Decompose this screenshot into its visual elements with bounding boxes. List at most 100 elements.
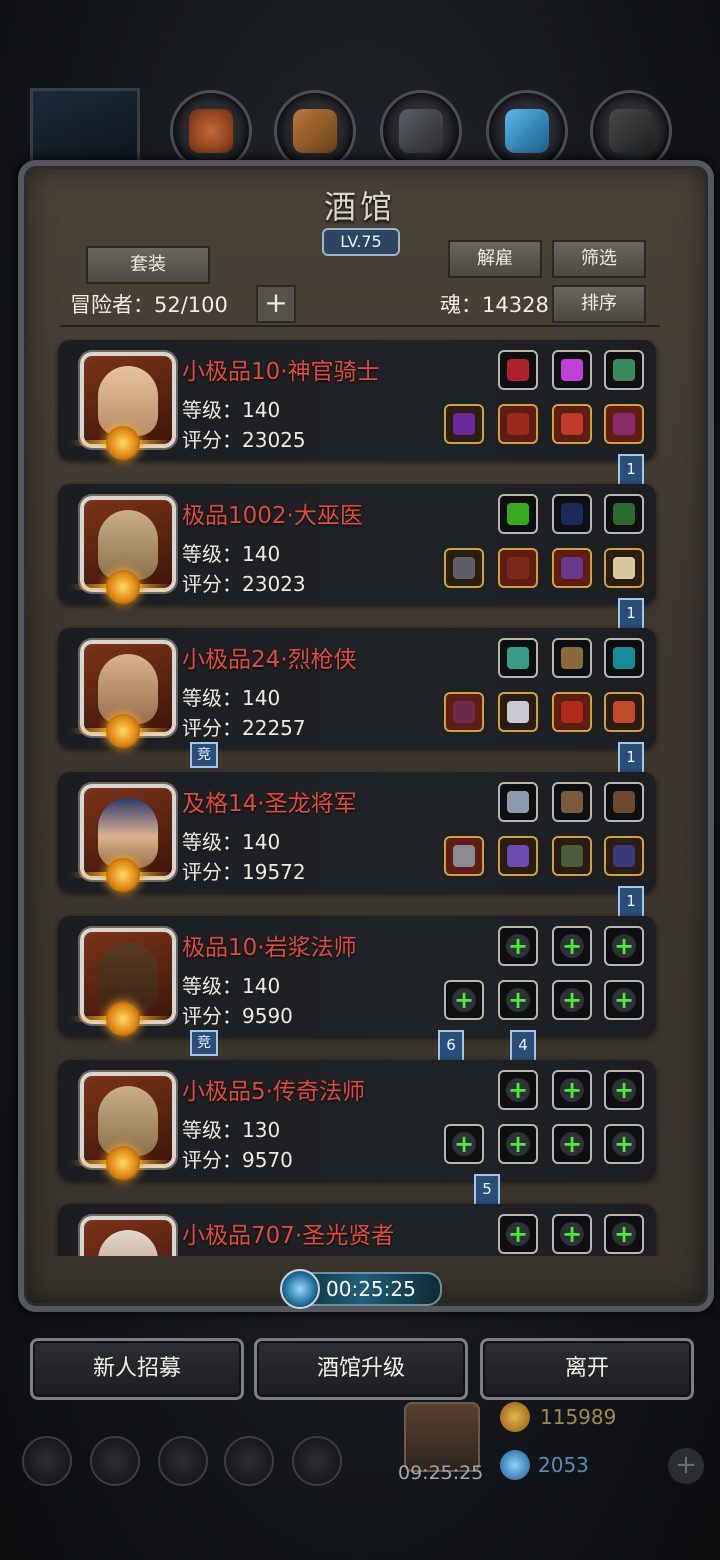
hero-card[interactable]: 小极品24·烈枪侠 等级：140 评分：22257 — [58, 628, 656, 748]
add-icon: + — [507, 986, 529, 1014]
add-icon: + — [507, 1076, 529, 1104]
equip-slot[interactable] — [604, 404, 644, 444]
equip-slot[interactable] — [552, 638, 592, 678]
equip-slot[interactable] — [604, 836, 644, 876]
hero-card[interactable]: 极品10·岩浆法师 等级：140 评分：9590 + + + + + + + — [58, 916, 656, 1036]
equip-slot[interactable] — [498, 638, 538, 678]
mail-icon[interactable] — [224, 1436, 274, 1486]
empty-equip-slot[interactable]: + — [604, 980, 644, 1020]
add-icon: + — [613, 932, 635, 960]
empty-equip-slot[interactable]: + — [498, 980, 538, 1020]
equip-slot[interactable] — [498, 836, 538, 876]
quality-medal-icon — [106, 858, 140, 892]
equip-slot[interactable] — [444, 404, 484, 444]
quality-medal-icon — [106, 1146, 140, 1180]
empty-equip-slot[interactable]: + — [498, 926, 538, 966]
quality-medal-icon — [106, 714, 140, 748]
equip-slot[interactable] — [552, 782, 592, 822]
leave-button[interactable]: 离开 — [480, 1338, 694, 1400]
hero-card[interactable]: 小极品10·神官骑士 等级：140 评分：23025 — [58, 340, 656, 460]
hero-name: 小极品24·烈枪侠 — [182, 647, 357, 673]
add-icon: + — [507, 1220, 529, 1248]
achievement-icon[interactable] — [90, 1436, 140, 1486]
expand-capacity-button[interactable]: + — [256, 285, 296, 323]
add-icon: + — [561, 986, 583, 1014]
empty-equip-slot[interactable]: + — [604, 1070, 644, 1110]
equip-slot[interactable] — [498, 404, 538, 444]
equip-slot[interactable] — [604, 548, 644, 588]
equip-slot[interactable] — [552, 350, 592, 390]
empty-equip-slot[interactable]: + — [552, 1124, 592, 1164]
equip-slot[interactable] — [604, 692, 644, 732]
equip-slot[interactable] — [552, 692, 592, 732]
hero-card[interactable]: 及格14·圣龙将军 等级：140 评分：19572 — [58, 772, 656, 892]
equip-slot[interactable] — [604, 350, 644, 390]
hero-level: 等级：140 — [182, 542, 281, 566]
hero-card[interactable]: 极品1002·大巫医 等级：140 评分：23023 — [58, 484, 656, 604]
hero-name: 及格14·圣龙将军 — [182, 791, 357, 817]
upgrade-tavern-button[interactable]: 酒馆升级 — [254, 1338, 468, 1400]
hero-list[interactable]: 小极品10·神官骑士 等级：140 评分：23025 1 极品1002·大巫医 … — [54, 338, 664, 1256]
empty-equip-slot[interactable]: + — [444, 1124, 484, 1164]
empty-equip-slot[interactable]: + — [498, 1214, 538, 1254]
equip-slot[interactable] — [498, 350, 538, 390]
arena-tag: 竞 — [190, 1030, 218, 1056]
gem-icon — [500, 1450, 530, 1480]
hero-score: 评分：22257 — [182, 716, 306, 740]
rank-ribbon: 1 — [618, 454, 644, 486]
add-icon: + — [561, 932, 583, 960]
add-icon: + — [613, 1130, 635, 1158]
equip-slot[interactable] — [604, 638, 644, 678]
equip-slot[interactable] — [444, 836, 484, 876]
equip-slot[interactable] — [604, 782, 644, 822]
suit-button[interactable]: 套装 — [86, 246, 210, 284]
add-icon: + — [507, 932, 529, 960]
hero-card[interactable]: 小极品707·圣光贤者 + + + — [58, 1204, 656, 1256]
rank-ribbon: 5 — [474, 1174, 500, 1206]
empty-equip-slot[interactable]: + — [604, 1124, 644, 1164]
add-resource-icon[interactable]: + — [668, 1448, 704, 1484]
refresh-timer: 00:25:25 — [280, 1269, 442, 1309]
quality-medal-icon — [106, 570, 140, 604]
hero-name: 极品10·岩浆法师 — [182, 935, 357, 961]
equip-slot[interactable] — [604, 494, 644, 534]
equip-slot[interactable] — [552, 548, 592, 588]
hero-level: 等级：140 — [182, 974, 281, 998]
dismiss-button[interactable]: 解雇 — [448, 240, 542, 278]
hero-level: 等级：140 — [182, 686, 281, 710]
empty-equip-slot[interactable]: + — [498, 1070, 538, 1110]
empty-equip-slot[interactable]: + — [552, 980, 592, 1020]
empty-equip-slot[interactable]: + — [604, 1214, 644, 1254]
equip-slot[interactable] — [552, 836, 592, 876]
equip-slot[interactable] — [552, 494, 592, 534]
equip-slot[interactable] — [552, 404, 592, 444]
empty-equip-slot[interactable]: + — [604, 926, 644, 966]
equip-slot[interactable] — [444, 548, 484, 588]
soul-count: 魂：14328 — [440, 293, 549, 317]
timer-text: 00:25:25 — [326, 1277, 416, 1301]
scroll-icon[interactable] — [158, 1436, 208, 1486]
empty-equip-slot[interactable]: + — [444, 980, 484, 1020]
add-icon: + — [561, 1220, 583, 1248]
hero-name: 小极品5·传奇法师 — [182, 1079, 365, 1105]
hero-card[interactable]: 小极品5·传奇法师 等级：130 评分：9570 + + + + + + + — [58, 1060, 656, 1180]
equip-slot[interactable] — [498, 548, 538, 588]
gear-icon[interactable] — [292, 1436, 342, 1486]
empty-equip-slot[interactable]: + — [552, 1070, 592, 1110]
equip-slot[interactable] — [444, 692, 484, 732]
equip-slot[interactable] — [498, 692, 538, 732]
empty-equip-slot[interactable]: + — [552, 1214, 592, 1254]
empty-equip-slot[interactable]: + — [498, 1124, 538, 1164]
hero-name: 极品1002·大巫医 — [182, 503, 363, 529]
hero-level: 等级：140 — [182, 398, 281, 422]
recruit-button[interactable]: 新人招募 — [30, 1338, 244, 1400]
equip-slot[interactable] — [498, 494, 538, 534]
quality-medal-icon — [106, 426, 140, 460]
equip-slot[interactable] — [498, 782, 538, 822]
settings-icon[interactable] — [22, 1436, 72, 1486]
filter-button[interactable]: 筛选 — [552, 240, 646, 278]
empty-equip-slot[interactable]: + — [552, 926, 592, 966]
quality-medal-icon — [106, 1002, 140, 1036]
hero-score: 评分：19572 — [182, 860, 306, 884]
sort-button[interactable]: 排序 — [552, 285, 646, 323]
